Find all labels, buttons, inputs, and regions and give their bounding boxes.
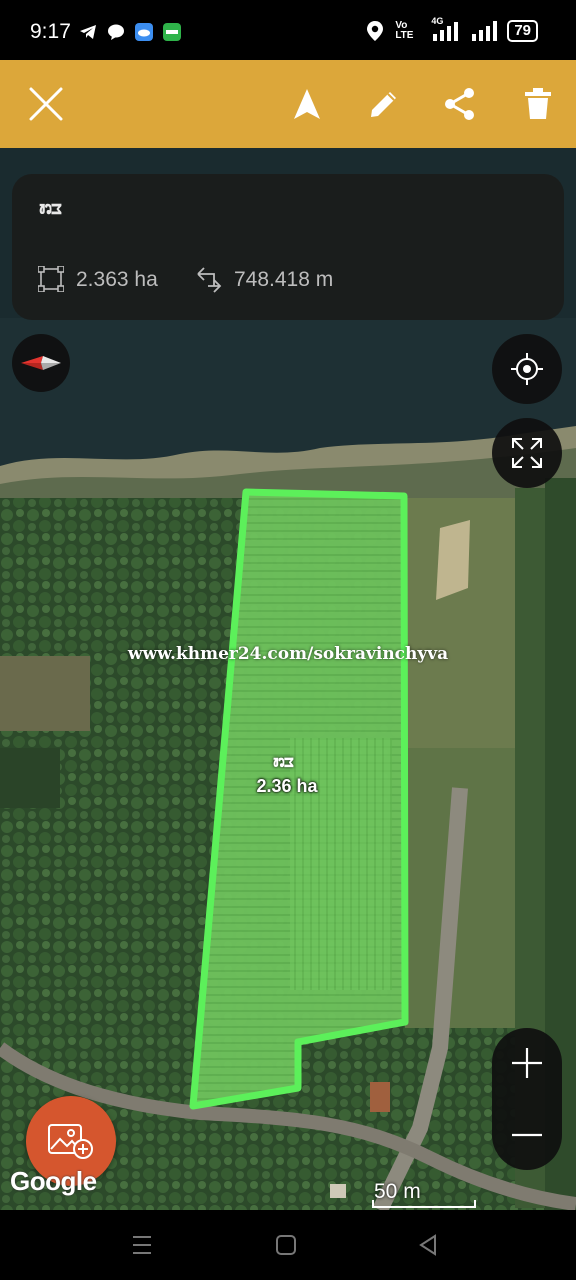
fit-bounds-icon	[512, 438, 542, 468]
delete-button[interactable]	[516, 82, 560, 126]
share-button[interactable]	[438, 82, 482, 126]
fit-bounds-button[interactable]	[492, 418, 562, 488]
compass-icon	[21, 356, 61, 370]
navigate-button[interactable]	[285, 82, 329, 126]
satellite-map[interactable]: www.khmer24.com/sokravinchyva ដី 2.36 ha…	[0, 148, 576, 1210]
cloud-app-icon	[135, 23, 153, 41]
home-button[interactable]	[266, 1230, 306, 1260]
status-time: 9:17	[30, 20, 71, 43]
watermark-text: www.khmer24.com/sokravinchyva	[127, 644, 449, 664]
polygon-name: ដី	[276, 756, 298, 769]
compass-button[interactable]	[12, 334, 70, 392]
chat-icon	[108, 24, 124, 40]
close-icon	[29, 87, 63, 121]
share-icon	[445, 88, 474, 120]
google-attribution: Google	[10, 1166, 97, 1196]
measurement-card[interactable]: ដី 2.363 ha 748.418 m	[12, 174, 564, 320]
delete-icon	[525, 88, 551, 119]
plus-icon	[512, 1048, 542, 1078]
smart-app-icon	[163, 23, 181, 41]
volte-label: Vo LTE	[395, 20, 414, 41]
back-icon	[419, 1234, 436, 1256]
signal-icon: 4G	[431, 16, 461, 42]
home-icon	[276, 1235, 296, 1255]
back-button[interactable]	[408, 1230, 448, 1260]
perimeter-icon	[197, 267, 222, 293]
recents-button[interactable]	[122, 1230, 162, 1260]
close-button[interactable]	[24, 82, 68, 126]
perimeter-value: 748.418 m	[234, 268, 334, 291]
recents-icon	[133, 1236, 151, 1254]
map-toolbar	[0, 60, 576, 148]
system-status: Vo LTE 4G 79	[365, 16, 538, 42]
my-location-icon	[511, 353, 543, 385]
telegram-icon	[80, 25, 96, 39]
edit-button[interactable]	[362, 82, 406, 126]
edit-icon	[371, 92, 396, 117]
area-icon	[38, 266, 64, 292]
map-scale: 50 m	[372, 1180, 478, 1210]
location-icon	[367, 21, 384, 41]
navigate-icon	[294, 89, 320, 119]
minus-icon	[512, 1133, 542, 1137]
signal-icon	[472, 21, 498, 41]
add-photo-icon	[48, 1124, 93, 1159]
measurement-title: ដី	[41, 202, 66, 216]
notification-icons	[78, 22, 182, 42]
zoom-in-button[interactable]	[492, 1028, 562, 1098]
polygon-area: 2.36 ha	[256, 776, 318, 796]
battery-icon: 79	[507, 20, 538, 42]
my-location-button[interactable]	[492, 334, 562, 404]
zoom-controls	[492, 1028, 562, 1170]
system-nav-bar	[0, 1210, 576, 1280]
status-bar: 9:17 Vo LTE 4G 79	[0, 0, 576, 60]
zoom-out-button[interactable]	[492, 1100, 562, 1170]
polygon-label[interactable]: ដី 2.36 ha	[232, 756, 342, 797]
area-value: 2.363 ha	[76, 268, 158, 291]
scale-bar	[372, 1200, 476, 1208]
